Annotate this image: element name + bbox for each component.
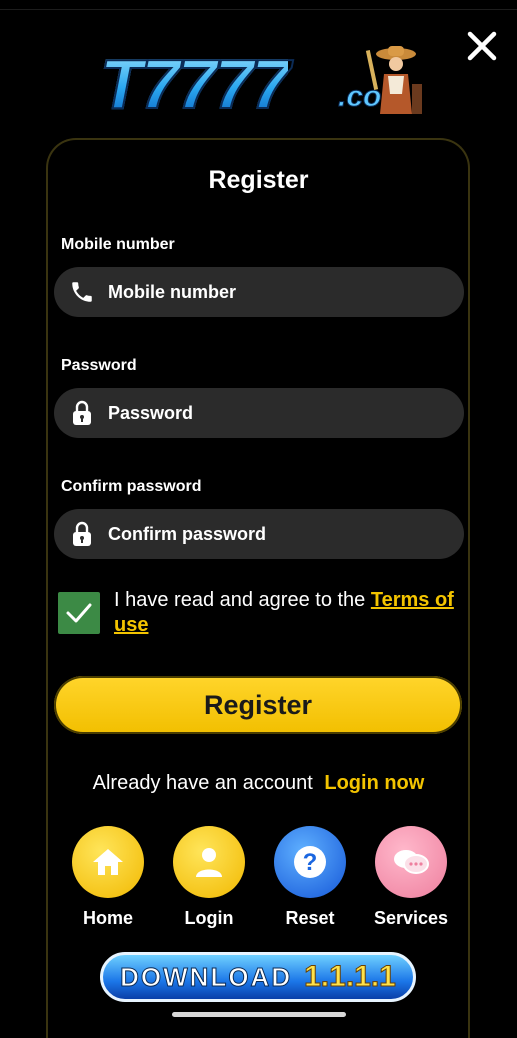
lock-icon (68, 399, 96, 427)
confirm-password-input[interactable] (106, 522, 430, 546)
checkmark-icon (66, 603, 92, 623)
phone-icon (68, 278, 96, 306)
agreement-text: I have read and agree to the Terms of us… (114, 588, 464, 638)
nav-login[interactable]: Login (172, 826, 246, 929)
mobile-input[interactable] (106, 280, 430, 304)
agreement-label: I have read and agree to the (114, 589, 371, 611)
nav-reset[interactable]: ? Reset (273, 826, 347, 929)
password-input[interactable] (106, 401, 430, 425)
bottom-nav: Home Login ? Reset Services (71, 826, 451, 936)
nav-home-label: Home (82, 908, 133, 928)
logo-wordmark: T7777 (99, 44, 291, 124)
login-now-link[interactable]: Login now (324, 772, 424, 794)
nav-services[interactable]: Services (374, 826, 448, 929)
chat-bubbles-icon (375, 826, 447, 898)
nav-home[interactable]: Home (71, 826, 145, 929)
confirm-password-field[interactable] (54, 509, 464, 559)
nav-services-label: Services (374, 908, 449, 928)
question-icon: ? (274, 826, 346, 898)
password-field[interactable] (54, 388, 464, 438)
brand-logo: T7777 .com (99, 44, 430, 124)
download-version: 1.1.1.1 (304, 960, 397, 994)
home-icon (72, 826, 144, 898)
login-prompt: Already have an account Login now (0, 772, 517, 795)
top-divider (0, 9, 517, 10)
register-button[interactable]: Register (54, 676, 462, 734)
lock-icon (68, 520, 96, 548)
nav-reset-label: Reset (285, 908, 335, 928)
download-button[interactable]: DOWNLOAD 1.1.1.1 (100, 952, 416, 1002)
password-label: Password (61, 357, 137, 374)
close-icon (467, 31, 497, 61)
confirm-password-label: Confirm password (61, 478, 202, 495)
cowboy-mascot-icon (365, 46, 422, 114)
page-title: Register (208, 166, 309, 194)
download-label: DOWNLOAD (120, 961, 293, 992)
close-button[interactable] (462, 26, 502, 66)
svg-text:?: ? (303, 849, 318, 876)
mobile-label: Mobile number (61, 236, 175, 253)
agree-checkbox[interactable] (58, 592, 100, 634)
login-prompt-text: Already have an account (92, 772, 313, 794)
user-icon (173, 826, 245, 898)
home-indicator (172, 1012, 346, 1017)
mobile-field[interactable] (54, 267, 464, 317)
nav-login-label: Login (184, 908, 234, 928)
